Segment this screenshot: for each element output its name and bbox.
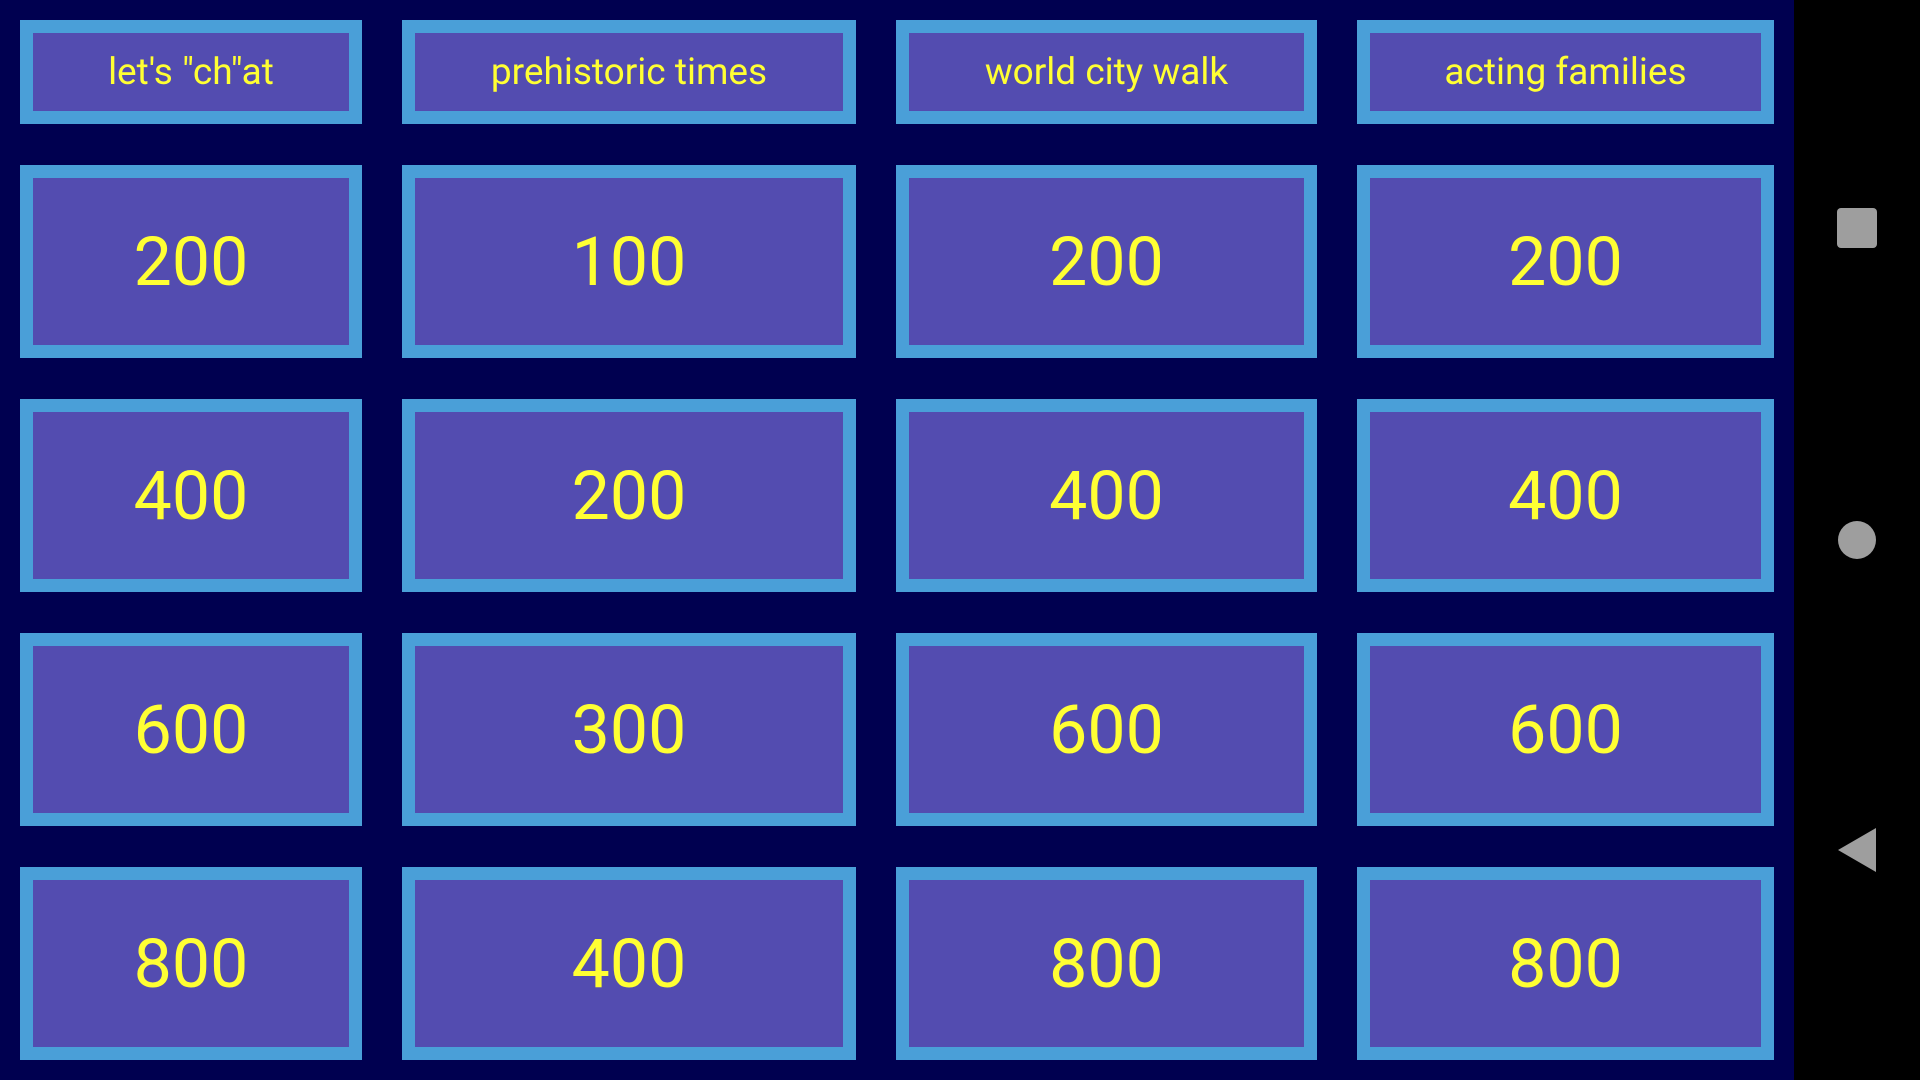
category-header-2[interactable]: prehistoric times [402,20,856,124]
category-header-3[interactable]: world city walk [896,20,1317,124]
triangle-back-icon [1838,828,1876,872]
android-navigation-bar [1794,0,1920,1080]
clue-tile[interactable]: 200 [402,399,856,592]
clue-tile[interactable]: 400 [896,399,1317,592]
clue-tile[interactable]: 800 [20,867,362,1060]
clue-tile[interactable]: 800 [896,867,1317,1060]
clue-tile[interactable]: 600 [20,633,362,826]
recents-button[interactable] [1794,168,1920,288]
clue-tile[interactable]: 600 [1357,633,1774,826]
circle-icon [1838,521,1876,559]
category-header-4[interactable]: acting families [1357,20,1774,124]
home-button[interactable] [1794,480,1920,600]
clue-tile[interactable]: 400 [1357,399,1774,592]
square-icon [1837,208,1877,248]
clue-tile[interactable]: 100 [402,165,856,358]
clue-tile[interactable]: 800 [1357,867,1774,1060]
clue-tile[interactable]: 400 [402,867,856,1060]
clue-tile[interactable]: 400 [20,399,362,592]
category-header-1[interactable]: let's "ch"at [20,20,362,124]
clue-tile[interactable]: 600 [896,633,1317,826]
back-button[interactable] [1794,790,1920,910]
jeopardy-board: let's "ch"at 200 400 600 800 prehistoric… [0,0,1794,1080]
clue-tile[interactable]: 200 [896,165,1317,358]
clue-tile[interactable]: 200 [1357,165,1774,358]
clue-tile[interactable]: 200 [20,165,362,358]
clue-tile[interactable]: 300 [402,633,856,826]
